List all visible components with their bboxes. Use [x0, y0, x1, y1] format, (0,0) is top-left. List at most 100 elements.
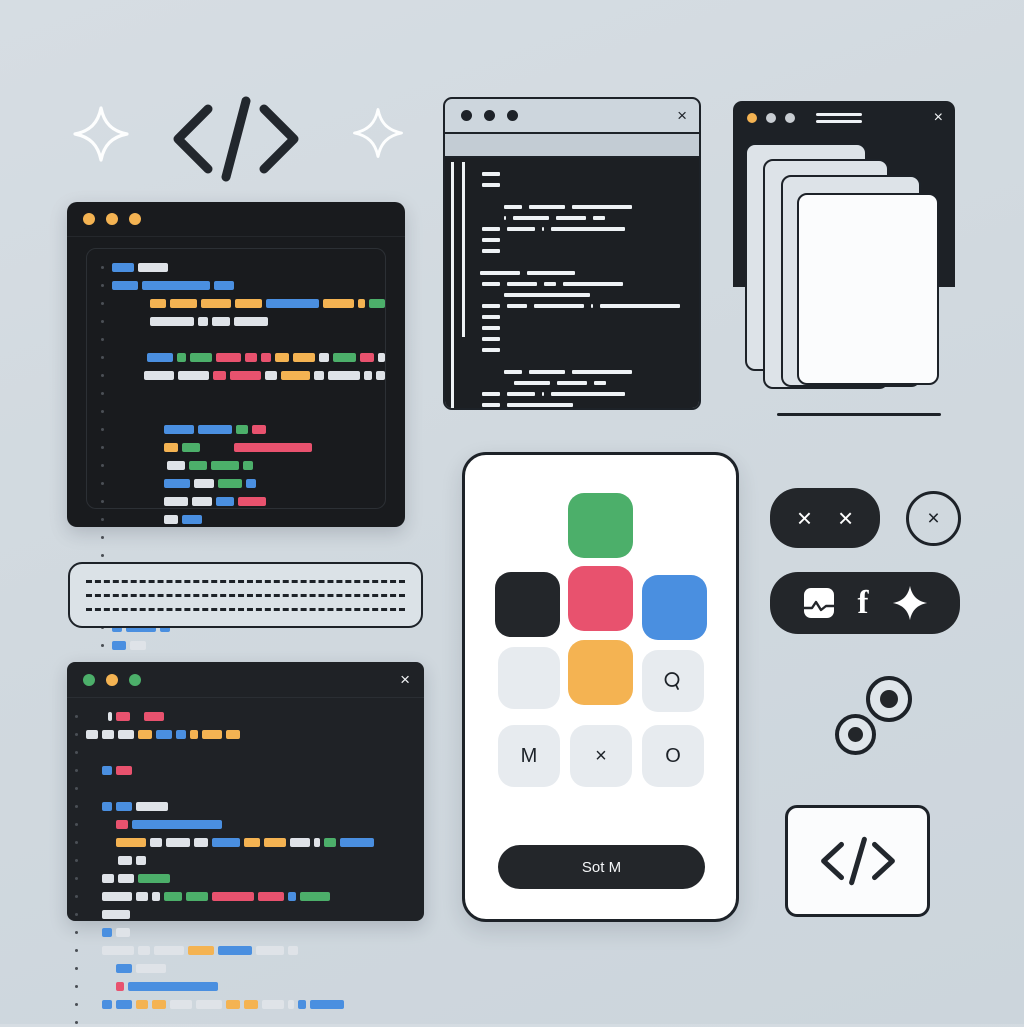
traffic-light-dot[interactable]	[484, 110, 495, 121]
concentric-dot[interactable]	[866, 676, 912, 722]
close-circle-button[interactable]: ×	[906, 491, 961, 546]
close-icon[interactable]: ×	[838, 505, 853, 531]
app-tile-amber[interactable]	[568, 640, 633, 705]
terminal-token	[593, 216, 605, 220]
code-line	[75, 964, 424, 973]
code-snippet-card[interactable]	[785, 805, 930, 917]
illustration-canvas: × × × M × O Sot M × × × f	[0, 0, 1024, 1024]
code-token	[176, 730, 186, 739]
close-icon[interactable]: ×	[400, 671, 410, 688]
close-icon[interactable]: ×	[677, 107, 687, 124]
code-token	[340, 838, 374, 847]
code-token	[116, 1000, 132, 1009]
line-number-dot	[101, 374, 104, 377]
app-tile-close[interactable]: ×	[570, 725, 632, 787]
line-number-dot	[75, 913, 78, 916]
stacked-card-active[interactable]	[797, 193, 939, 385]
concentric-dot[interactable]	[835, 714, 876, 755]
traffic-light-dot[interactable]	[83, 213, 95, 225]
close-icon[interactable]: ×	[797, 505, 812, 531]
code-token	[212, 892, 254, 901]
image-icon[interactable]	[802, 586, 836, 620]
code-token	[130, 641, 146, 650]
traffic-light-dot[interactable]	[507, 110, 518, 121]
window-titlebar: ×	[733, 101, 955, 135]
terminal-token	[513, 216, 549, 220]
sparkle-icon[interactable]	[891, 584, 929, 622]
terminal-token	[557, 381, 587, 385]
code-line	[75, 784, 424, 793]
secondary-code-window[interactable]: ×	[67, 662, 424, 1024]
mobile-app-mockup[interactable]: M × O Sot M	[462, 452, 739, 922]
traffic-light-dot[interactable]	[106, 213, 118, 225]
traffic-light-dot[interactable]	[747, 113, 757, 123]
code-token	[212, 317, 230, 326]
code-line	[101, 317, 385, 326]
code-token	[216, 353, 242, 362]
line-number-dot	[101, 482, 104, 485]
dual-close-pill[interactable]: × ×	[770, 488, 880, 548]
terminal-token	[507, 392, 535, 396]
terminal-token	[482, 227, 500, 231]
app-tile-search[interactable]	[642, 650, 704, 712]
code-token	[265, 299, 320, 308]
social-icons-pill[interactable]: f	[770, 572, 960, 634]
code-token	[150, 299, 167, 308]
traffic-light-dot[interactable]	[766, 113, 776, 123]
code-editor-window[interactable]	[67, 202, 405, 650]
app-tile-green[interactable]	[568, 493, 633, 558]
app-tile-circle[interactable]: O	[642, 725, 704, 787]
code-token	[300, 892, 330, 901]
code-token	[190, 730, 198, 739]
app-tile-m[interactable]: M	[498, 725, 560, 787]
editor-code-area[interactable]	[67, 698, 424, 1027]
code-token	[238, 497, 266, 506]
search-icon	[664, 672, 680, 690]
app-tile-pink[interactable]	[568, 566, 633, 631]
traffic-light-dot[interactable]	[129, 673, 141, 686]
line-number-dot	[101, 518, 104, 521]
code-token	[202, 730, 222, 739]
code-line	[75, 1000, 424, 1009]
line-number-dot	[101, 464, 104, 467]
code-token	[102, 874, 114, 883]
code-token	[156, 730, 172, 739]
traffic-light-dot[interactable]	[106, 673, 118, 686]
code-token	[200, 299, 232, 308]
traffic-light-dot[interactable]	[461, 110, 472, 121]
code-token	[245, 353, 258, 362]
code-token	[226, 1000, 240, 1009]
code-token	[128, 982, 218, 991]
close-icon[interactable]: ×	[934, 110, 943, 126]
traffic-light-dot[interactable]	[785, 113, 795, 123]
code-line	[101, 533, 385, 542]
dashed-line	[86, 593, 405, 597]
window-titlebar: ×	[67, 662, 424, 698]
terminal-output[interactable]	[445, 158, 699, 408]
stacked-windows[interactable]: ×	[733, 101, 955, 421]
app-tile-empty[interactable]	[498, 647, 560, 709]
code-line	[101, 497, 385, 506]
code-token	[118, 856, 132, 865]
terminal-token	[482, 172, 500, 176]
code-token	[213, 371, 226, 380]
traffic-light-dot[interactable]	[129, 213, 141, 225]
line-number-dot	[101, 320, 104, 323]
code-token	[275, 353, 289, 362]
facebook-icon[interactable]: f	[858, 586, 869, 620]
primary-cta-button[interactable]: Sot M	[498, 845, 705, 889]
code-line	[75, 820, 424, 829]
terminal-line	[445, 238, 699, 242]
editor-code-area[interactable]	[86, 248, 386, 650]
traffic-light-dot[interactable]	[83, 673, 95, 686]
terminal-token	[482, 403, 500, 407]
app-tile-dark[interactable]	[495, 572, 560, 637]
code-line	[101, 641, 385, 650]
terminal-window[interactable]: ×	[443, 97, 701, 410]
code-token	[150, 838, 162, 847]
address-bar[interactable]	[816, 113, 862, 123]
code-token	[142, 281, 210, 290]
code-token	[290, 838, 310, 847]
app-tile-blue[interactable]	[642, 575, 707, 640]
code-token	[218, 946, 252, 955]
